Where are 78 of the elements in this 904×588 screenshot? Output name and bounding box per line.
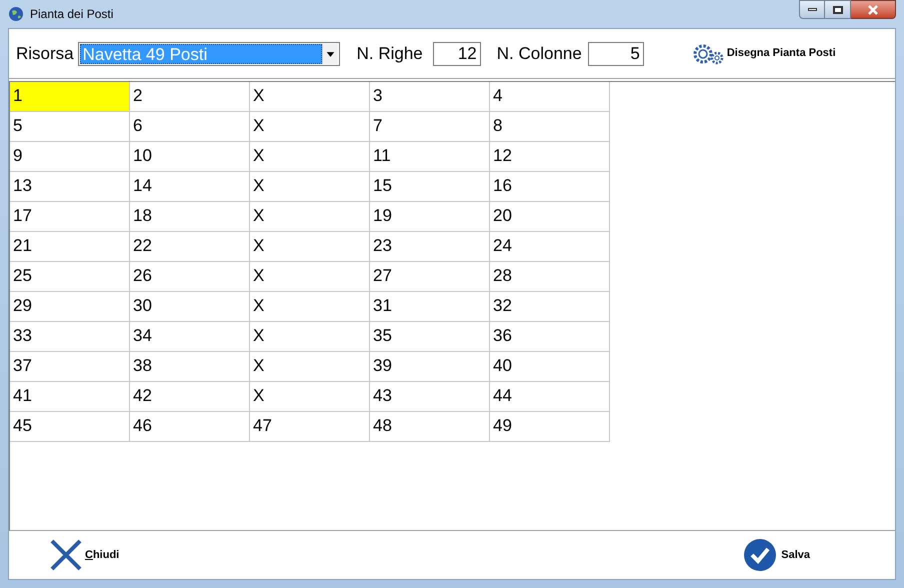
seat-cell[interactable]: 2 bbox=[130, 82, 250, 112]
close-icon bbox=[867, 4, 879, 14]
seat-cell[interactable]: X bbox=[250, 142, 370, 172]
rows-field[interactable]: 12 bbox=[432, 42, 481, 66]
seat-cell[interactable]: 22 bbox=[130, 232, 250, 262]
seat-cell[interactable]: 11 bbox=[370, 142, 490, 172]
seat-cell[interactable]: 24 bbox=[490, 232, 610, 262]
globe-icon bbox=[8, 6, 24, 22]
seat-cell[interactable]: 45 bbox=[10, 412, 130, 442]
seat-cell[interactable]: X bbox=[250, 262, 370, 292]
checkmark-icon bbox=[744, 539, 776, 571]
seat-cell[interactable]: 12 bbox=[490, 142, 610, 172]
seat-cell[interactable]: 34 bbox=[130, 322, 250, 352]
seat-cell[interactable]: 30 bbox=[130, 292, 250, 322]
seat-cell[interactable]: 28 bbox=[490, 262, 610, 292]
columns-field[interactable]: 5 bbox=[588, 42, 644, 66]
seat-cell[interactable]: 7 bbox=[370, 112, 490, 142]
seat-cell[interactable]: 42 bbox=[130, 382, 250, 412]
seat-cell[interactable]: 20 bbox=[490, 202, 610, 232]
seat-cell[interactable]: 17 bbox=[10, 202, 130, 232]
seat-cell[interactable]: X bbox=[250, 202, 370, 232]
seat-cell[interactable]: 1 bbox=[10, 82, 130, 112]
seat-cell[interactable]: 31 bbox=[370, 292, 490, 322]
close-dialog-button[interactable]: Chiudi bbox=[49, 538, 120, 572]
seat-cell[interactable]: 40 bbox=[490, 352, 610, 382]
seat-cell[interactable]: 32 bbox=[490, 292, 610, 322]
seat-cell[interactable]: 23 bbox=[370, 232, 490, 262]
seat-cell[interactable]: 10 bbox=[130, 142, 250, 172]
seat-cell[interactable]: 4 bbox=[490, 82, 610, 112]
seat-cell[interactable]: 16 bbox=[490, 172, 610, 202]
caret-icon bbox=[322, 44, 338, 64]
seat-cell[interactable]: 19 bbox=[370, 202, 490, 232]
seat-cell[interactable]: 33 bbox=[10, 322, 130, 352]
seat-cell[interactable]: X bbox=[250, 322, 370, 352]
seat-cell[interactable]: X bbox=[250, 112, 370, 142]
seat-cell[interactable]: 5 bbox=[10, 112, 130, 142]
seat-cell[interactable]: 48 bbox=[370, 412, 490, 442]
close-button[interactable] bbox=[851, 0, 896, 19]
seat-cell[interactable]: 6 bbox=[130, 112, 250, 142]
minimize-button[interactable] bbox=[799, 0, 825, 19]
seat-cell[interactable]: X bbox=[250, 172, 370, 202]
columns-label: N. Colonne bbox=[496, 42, 582, 65]
seat-cell[interactable]: 25 bbox=[10, 262, 130, 292]
seat-cell[interactable]: 44 bbox=[490, 382, 610, 412]
seat-cell[interactable]: 27 bbox=[370, 262, 490, 292]
seat-cell[interactable]: 14 bbox=[130, 172, 250, 202]
seat-cell[interactable]: X bbox=[250, 382, 370, 412]
seat-cell[interactable]: 18 bbox=[130, 202, 250, 232]
save-button[interactable]: Salva bbox=[744, 539, 810, 571]
seat-cell[interactable]: 9 bbox=[10, 142, 130, 172]
gears-icon bbox=[692, 42, 724, 64]
seat-cell[interactable]: 49 bbox=[490, 412, 610, 442]
seat-cell[interactable]: 15 bbox=[370, 172, 490, 202]
seat-cell[interactable]: 8 bbox=[490, 112, 610, 142]
seat-cell[interactable]: 35 bbox=[370, 322, 490, 352]
seat-cell[interactable]: 26 bbox=[130, 262, 250, 292]
seat-cell[interactable]: X bbox=[250, 352, 370, 382]
seat-cell[interactable]: 37 bbox=[10, 352, 130, 382]
rows-label: N. Righe bbox=[356, 42, 423, 65]
seat-cell[interactable]: 39 bbox=[370, 352, 490, 382]
seat-cell[interactable]: 38 bbox=[130, 352, 250, 382]
seat-cell[interactable]: 3 bbox=[370, 82, 490, 112]
seat-cell[interactable]: 21 bbox=[10, 232, 130, 262]
window-title: Pianta dei Posti bbox=[30, 6, 114, 23]
seat-cell[interactable]: 47 bbox=[250, 412, 370, 442]
seat-cell[interactable]: X bbox=[250, 292, 370, 322]
seat-cell[interactable]: 13 bbox=[10, 172, 130, 202]
seat-cell[interactable]: 46 bbox=[130, 412, 250, 442]
seat-cell[interactable]: X bbox=[250, 232, 370, 262]
seat-cell[interactable]: 36 bbox=[490, 322, 610, 352]
cross-icon bbox=[49, 538, 83, 572]
resource-label: Risorsa bbox=[16, 42, 74, 65]
seat-cell[interactable]: 29 bbox=[10, 292, 130, 322]
seat-cell[interactable]: X bbox=[250, 82, 370, 112]
seat-cell[interactable]: 43 bbox=[370, 382, 490, 412]
seat-cell[interactable]: 41 bbox=[10, 382, 130, 412]
draw-button[interactable]: Disegna Pianta Posti bbox=[692, 42, 836, 64]
maximize-button[interactable] bbox=[825, 0, 851, 19]
